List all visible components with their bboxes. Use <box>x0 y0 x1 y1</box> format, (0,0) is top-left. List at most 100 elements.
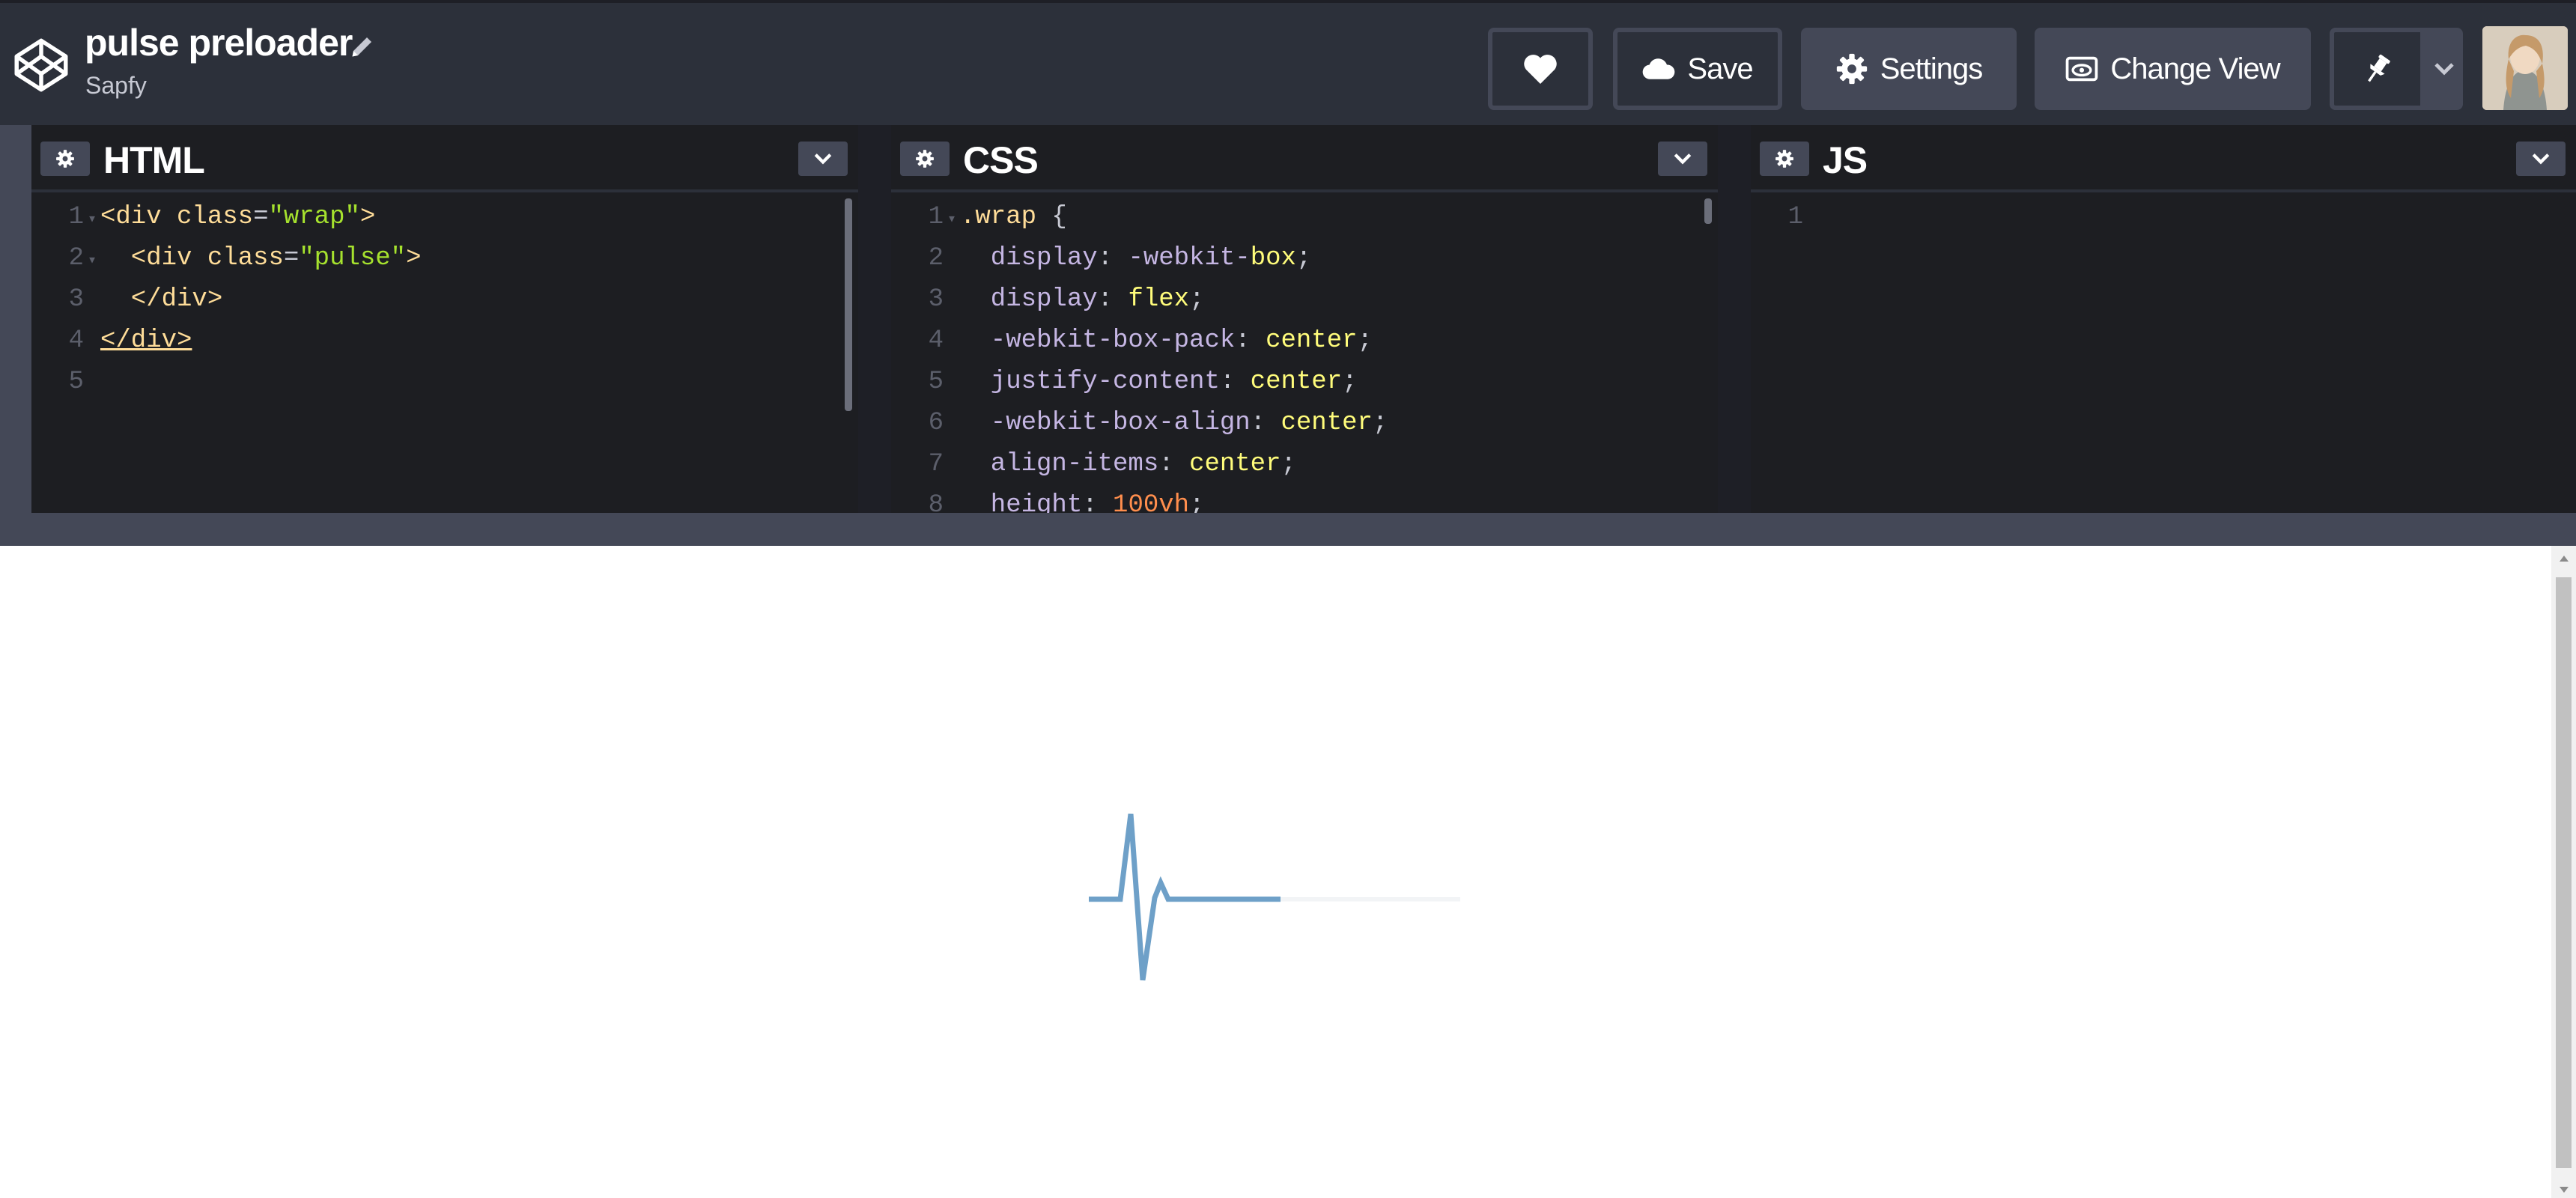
pin-button[interactable] <box>2330 28 2425 110</box>
html-code-editor[interactable]: 1 ▾ <div class="wrap"> 2 ▾ <div class="pulse… <box>31 192 858 513</box>
preview-scroll-thumb[interactable] <box>2556 577 2572 1168</box>
code-line[interactable]: 2 ▾ <div class="pulse"> <box>31 238 858 279</box>
html-pane-collapse[interactable] <box>798 142 848 176</box>
scroll-down-arrow-icon[interactable] <box>2559 1186 2569 1194</box>
heart-icon <box>1524 55 1557 84</box>
code-line[interactable]: 2 display: -webkit-box; <box>891 238 1718 279</box>
code-token: : <box>1158 450 1190 478</box>
css-pane: CSS 1 ▾ .wrap {2 display: -webkit-box; 3 di… <box>891 125 1718 513</box>
code-token: : <box>1097 285 1128 314</box>
code-token: ; <box>1295 244 1312 273</box>
code-token: { <box>1051 203 1067 231</box>
chevron-down-icon <box>1674 153 1692 165</box>
line-number: 4 <box>928 326 944 355</box>
code-line[interactable]: 4 -webkit-box-pack: center; <box>891 320 1718 362</box>
code-token: -webkit-box-align <box>960 409 1251 437</box>
css-code-editor[interactable]: 1 ▾ .wrap {2 display: -webkit-box; 3 displa… <box>891 192 1718 513</box>
js-pane: JS 1 <box>1751 125 2576 513</box>
code-line[interactable]: 6 -webkit-box-align: center; <box>891 403 1718 444</box>
change-view-label: Change View <box>2110 52 2280 85</box>
code-line[interactable]: 3 display: flex; <box>891 279 1718 320</box>
line-number: 1 <box>68 203 84 231</box>
code-token: : <box>1250 409 1281 437</box>
pen-author[interactable]: Sapfy <box>85 72 147 100</box>
html-settings-button[interactable] <box>40 142 90 176</box>
code-token: display <box>960 285 1098 314</box>
code-line[interactable]: 1 ▾ <div class="wrap"> <box>31 197 858 238</box>
css-pane-header: CSS <box>891 125 1718 192</box>
code-token: center <box>1266 326 1358 355</box>
code-token: : <box>1219 368 1251 396</box>
chevron-down-icon <box>2532 153 2550 165</box>
line-number: 5 <box>68 368 84 396</box>
html-pane-title: HTML <box>103 139 205 181</box>
pin-button-group <box>2330 28 2463 110</box>
code-line[interactable]: 3 </div> <box>31 279 858 320</box>
avatar-image <box>2482 26 2568 110</box>
code-line[interactable]: 1 <box>1751 197 2576 238</box>
code-token: .wrap <box>960 203 1052 231</box>
code-token: 100vh <box>1113 491 1190 513</box>
code-token: > <box>406 244 422 273</box>
line-number: 4 <box>68 326 84 355</box>
code-token: ; <box>1281 450 1296 478</box>
scroll-up-arrow-icon[interactable] <box>2559 555 2569 562</box>
gear-icon <box>916 150 934 168</box>
code-token: -webkit-box-pack <box>960 326 1236 355</box>
code-token: = <box>253 203 269 231</box>
code-token: ; <box>1357 326 1373 355</box>
code-line[interactable]: 4 </div> <box>31 320 858 362</box>
line-number: 5 <box>928 368 944 396</box>
editor-resize-bar[interactable] <box>0 513 2576 546</box>
fold-arrow-icon[interactable]: ▾ <box>84 199 100 240</box>
code-token: : <box>1235 326 1266 355</box>
js-pane-collapse[interactable] <box>2516 142 2566 176</box>
save-button[interactable]: Save <box>1613 28 1782 110</box>
change-view-button[interactable]: Change View <box>2035 28 2311 110</box>
code-token: center <box>1250 368 1343 396</box>
love-button[interactable] <box>1488 28 1593 110</box>
pencil-icon[interactable] <box>349 33 376 60</box>
code-line[interactable]: 5 <box>31 362 858 403</box>
js-pane-header: JS <box>1751 125 2576 192</box>
line-number: 6 <box>928 409 944 437</box>
code-token: > <box>359 203 376 231</box>
code-token: -webkit- <box>1128 244 1251 273</box>
css-editor-scrollbar[interactable] <box>1704 198 1712 224</box>
settings-button[interactable]: Settings <box>1801 28 2017 110</box>
css-pane-title: CSS <box>963 139 1039 181</box>
html-editor-scrollbar[interactable] <box>845 198 852 411</box>
code-token: : <box>1082 491 1114 513</box>
eye-window-icon <box>2066 56 2098 82</box>
codepen-logo-icon[interactable] <box>12 31 70 99</box>
user-avatar[interactable] <box>2482 26 2568 110</box>
code-token: align-items <box>960 450 1159 478</box>
css-settings-button[interactable] <box>900 142 950 176</box>
fold-arrow-icon[interactable]: ▾ <box>944 199 960 240</box>
js-settings-button[interactable] <box>1760 142 1809 176</box>
code-token: center <box>1189 450 1281 478</box>
cloud-icon <box>1643 58 1675 79</box>
line-number: 8 <box>928 491 944 513</box>
css-pane-collapse[interactable] <box>1658 142 1707 176</box>
code-line[interactable]: 1 ▾ .wrap { <box>891 197 1718 238</box>
pen-title[interactable]: pulse preloader <box>85 21 353 64</box>
code-line[interactable]: 7 align-items: center; <box>891 444 1718 485</box>
settings-label: Settings <box>1880 52 1984 85</box>
code-token: ; <box>1189 491 1205 513</box>
code-line[interactable]: 8 height: 100vh; <box>891 485 1718 513</box>
preview-scrollbar[interactable] <box>2551 546 2576 1198</box>
code-token: display <box>960 244 1098 273</box>
pulse-line <box>1089 813 1281 981</box>
code-token: <div <box>100 203 177 231</box>
js-code-editor[interactable]: 1 <box>1751 192 2576 513</box>
code-token: </div> <box>100 285 223 314</box>
line-number: 3 <box>68 285 84 314</box>
gear-icon <box>56 150 74 168</box>
line-number: 3 <box>928 285 944 314</box>
code-line[interactable]: 5 justify-content: center; <box>891 362 1718 403</box>
fold-arrow-icon[interactable]: ▾ <box>84 240 100 282</box>
pin-menu-toggle[interactable] <box>2425 28 2463 110</box>
code-token: "pulse" <box>299 244 407 273</box>
header: pulse preloader Sapfy Save Settings Chan… <box>0 0 2576 125</box>
